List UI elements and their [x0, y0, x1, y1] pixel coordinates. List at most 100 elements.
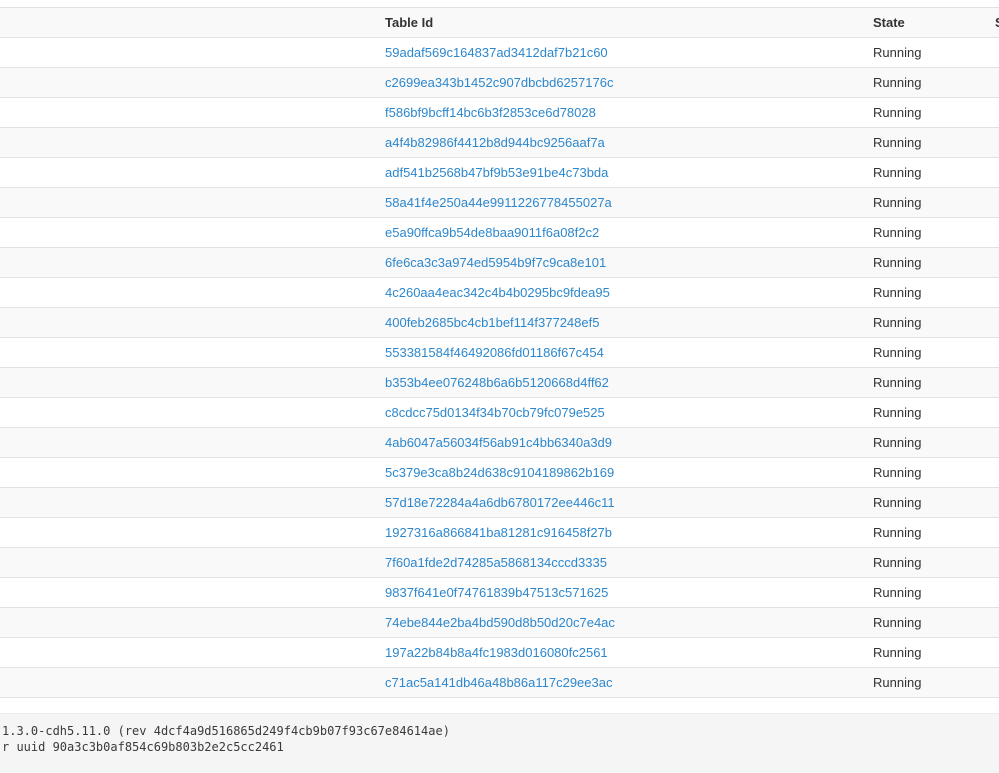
- extra-cell: [987, 458, 999, 487]
- extra-cell: [987, 668, 999, 697]
- table-id-link[interactable]: e5a90ffca9b54de8baa9011f6a08f2c2: [385, 225, 599, 240]
- table-id-link[interactable]: c71ac5a141db46a48b86a117c29ee3ac: [385, 675, 612, 690]
- state-cell: Running: [865, 398, 987, 427]
- state-cell: Running: [865, 188, 987, 217]
- table-name-cell: [0, 278, 377, 307]
- table-name-cell: [0, 188, 377, 217]
- table-row: 1927316a866841ba81281c916458f27b Running: [0, 517, 999, 547]
- footer: 1.3.0-cdh5.11.0 (rev 4dcf4a9d516865d249f…: [0, 713, 999, 773]
- extra-cell: [987, 548, 999, 577]
- extra-cell: [987, 398, 999, 427]
- table-id-cell: 7f60a1fde2d74285a5868134cccd3335: [377, 548, 865, 577]
- table-id-link[interactable]: 197a22b84b8a4fc1983d016080fc2561: [385, 645, 608, 660]
- state-cell: Running: [865, 458, 987, 487]
- uuid-text: r uuid 90a3c3b0af854c69b803b2e2c5cc2461: [2, 739, 991, 755]
- state-cell: Running: [865, 548, 987, 577]
- extra-cell: [987, 578, 999, 607]
- state-cell: Running: [865, 308, 987, 337]
- state-cell: Running: [865, 608, 987, 637]
- table-id-link[interactable]: 7f60a1fde2d74285a5868134cccd3335: [385, 555, 607, 570]
- table-row: c71ac5a141db46a48b86a117c29ee3ac Running: [0, 667, 999, 697]
- state-cell: Running: [865, 158, 987, 187]
- table-id-link[interactable]: 59adaf569c164837ad3412daf7b21c60: [385, 45, 608, 60]
- table-name-cell: [0, 128, 377, 157]
- state-cell: Running: [865, 578, 987, 607]
- table-id-link[interactable]: adf541b2568b47bf9b53e91be4c73bda: [385, 165, 608, 180]
- table-id-link[interactable]: 74ebe844e2ba4bd590d8b50d20c7e4ac: [385, 615, 615, 630]
- table-id-link[interactable]: 58a41f4e250a44e9911226778455027a: [385, 195, 612, 210]
- table-id-cell: 197a22b84b8a4fc1983d016080fc2561: [377, 638, 865, 667]
- extra-cell: [987, 368, 999, 397]
- table-name-cell: [0, 218, 377, 247]
- table-id-cell: 4ab6047a56034f56ab91c4bb6340a3d9: [377, 428, 865, 457]
- extra-cell: [987, 68, 999, 97]
- extra-cell: [987, 128, 999, 157]
- table-row: 57d18e72284a4a6db6780172ee446c11 Running: [0, 487, 999, 517]
- extra-cell: [987, 278, 999, 307]
- table-row: b353b4ee076248b6a6b5120668d4ff62 Running: [0, 367, 999, 397]
- table-id-cell: a4f4b82986f4412b8d944bc9256aaf7a: [377, 128, 865, 157]
- table-id-link[interactable]: c8cdcc75d0134f34b70cb79fc079e525: [385, 405, 605, 420]
- table-row: 9837f641e0f74761839b47513c571625 Running: [0, 577, 999, 607]
- table-id-link[interactable]: 4ab6047a56034f56ab91c4bb6340a3d9: [385, 435, 612, 450]
- table-id-link[interactable]: b353b4ee076248b6a6b5120668d4ff62: [385, 375, 609, 390]
- col-header-state: State: [865, 8, 987, 37]
- table-name-cell: [0, 338, 377, 367]
- table-id-cell: 5c379e3ca8b24d638c9104189862b169: [377, 458, 865, 487]
- table-row: 553381584f46492086fd01186f67c454 Running: [0, 337, 999, 367]
- table-id-cell: c2699ea343b1452c907dbcbd6257176c: [377, 68, 865, 97]
- table-id-link[interactable]: 400feb2685bc4cb1bef114f377248ef5: [385, 315, 599, 330]
- table-row: 400feb2685bc4cb1bef114f377248ef5 Running: [0, 307, 999, 337]
- table-id-link[interactable]: c2699ea343b1452c907dbcbd6257176c: [385, 75, 613, 90]
- state-cell: Running: [865, 218, 987, 247]
- table-id-link[interactable]: 5c379e3ca8b24d638c9104189862b169: [385, 465, 614, 480]
- table-row: 4ab6047a56034f56ab91c4bb6340a3d9 Running: [0, 427, 999, 457]
- table-id-link[interactable]: f586bf9bcff14bc6b3f2853ce6d78028: [385, 105, 596, 120]
- table-name-cell: [0, 428, 377, 457]
- table-row: 6fe6ca3c3a974ed5954b9f7c9ca8e101 Running: [0, 247, 999, 277]
- table-id-cell: 553381584f46492086fd01186f67c454: [377, 338, 865, 367]
- extra-cell: [987, 518, 999, 547]
- state-cell: Running: [865, 488, 987, 517]
- col-header-table-name: [0, 8, 377, 37]
- table-id-cell: 1927316a866841ba81281c916458f27b: [377, 518, 865, 547]
- table-id-link[interactable]: 1927316a866841ba81281c916458f27b: [385, 525, 612, 540]
- table-id-cell: 58a41f4e250a44e9911226778455027a: [377, 188, 865, 217]
- state-cell: Running: [865, 338, 987, 367]
- tables-table: Table Id State S 59adaf569c164837ad3412d…: [0, 7, 999, 698]
- table-name-cell: [0, 548, 377, 577]
- extra-cell: [987, 188, 999, 217]
- state-cell: Running: [865, 248, 987, 277]
- table-id-cell: 4c260aa4eac342c4b4b0295bc9fdea95: [377, 278, 865, 307]
- table-id-link[interactable]: 4c260aa4eac342c4b4b0295bc9fdea95: [385, 285, 610, 300]
- table-id-link[interactable]: 553381584f46492086fd01186f67c454: [385, 345, 604, 360]
- table-name-cell: [0, 458, 377, 487]
- table-row: e5a90ffca9b54de8baa9011f6a08f2c2 Running: [0, 217, 999, 247]
- table-name-cell: [0, 398, 377, 427]
- state-cell: Running: [865, 128, 987, 157]
- state-cell: Running: [865, 98, 987, 127]
- table-id-cell: c71ac5a141db46a48b86a117c29ee3ac: [377, 668, 865, 697]
- table-row: adf541b2568b47bf9b53e91be4c73bda Running: [0, 157, 999, 187]
- table-name-cell: [0, 668, 377, 697]
- table-row: 59adaf569c164837ad3412daf7b21c60 Running: [0, 37, 999, 67]
- table-id-link[interactable]: 9837f641e0f74761839b47513c571625: [385, 585, 608, 600]
- table-header-row: Table Id State S: [0, 7, 999, 37]
- table-name-cell: [0, 98, 377, 127]
- state-cell: Running: [865, 668, 987, 697]
- table-name-cell: [0, 38, 377, 67]
- table-id-cell: f586bf9bcff14bc6b3f2853ce6d78028: [377, 98, 865, 127]
- col-header-extra: S: [987, 8, 999, 37]
- table-row: a4f4b82986f4412b8d944bc9256aaf7a Running: [0, 127, 999, 157]
- extra-cell: [987, 338, 999, 367]
- extra-cell: [987, 158, 999, 187]
- table-id-cell: 74ebe844e2ba4bd590d8b50d20c7e4ac: [377, 608, 865, 637]
- table-id-link[interactable]: 6fe6ca3c3a974ed5954b9f7c9ca8e101: [385, 255, 606, 270]
- version-text: 1.3.0-cdh5.11.0 (rev 4dcf4a9d516865d249f…: [2, 723, 991, 739]
- table-id-link[interactable]: a4f4b82986f4412b8d944bc9256aaf7a: [385, 135, 605, 150]
- table-name-cell: [0, 578, 377, 607]
- state-cell: Running: [865, 428, 987, 457]
- table-id-cell: 400feb2685bc4cb1bef114f377248ef5: [377, 308, 865, 337]
- table-id-link[interactable]: 57d18e72284a4a6db6780172ee446c11: [385, 495, 615, 510]
- state-cell: Running: [865, 638, 987, 667]
